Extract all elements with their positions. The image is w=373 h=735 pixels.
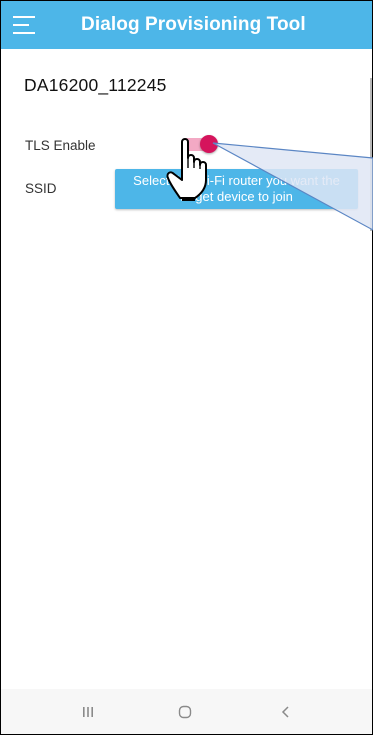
tls-enable-toggle[interactable] (181, 135, 218, 153)
toggle-thumb (200, 135, 218, 153)
select-wifi-router-button[interactable]: Select the Wi-Fi router you want the tar… (115, 169, 358, 209)
app-bar: Dialog Provisioning Tool (1, 1, 372, 49)
device-name: DA16200_112245 (24, 75, 167, 95)
back-icon[interactable] (256, 689, 316, 734)
tls-enable-label: TLS Enable (25, 138, 96, 153)
system-nav-bar (1, 689, 372, 734)
right-edge-divider (370, 78, 372, 231)
recents-icon[interactable] (58, 689, 118, 734)
home-icon[interactable] (155, 689, 215, 734)
app-frame (0, 0, 373, 735)
ssid-label: SSID (25, 181, 57, 196)
app-title: Dialog Provisioning Tool (81, 14, 306, 35)
hamburger-menu-icon[interactable] (13, 16, 35, 34)
